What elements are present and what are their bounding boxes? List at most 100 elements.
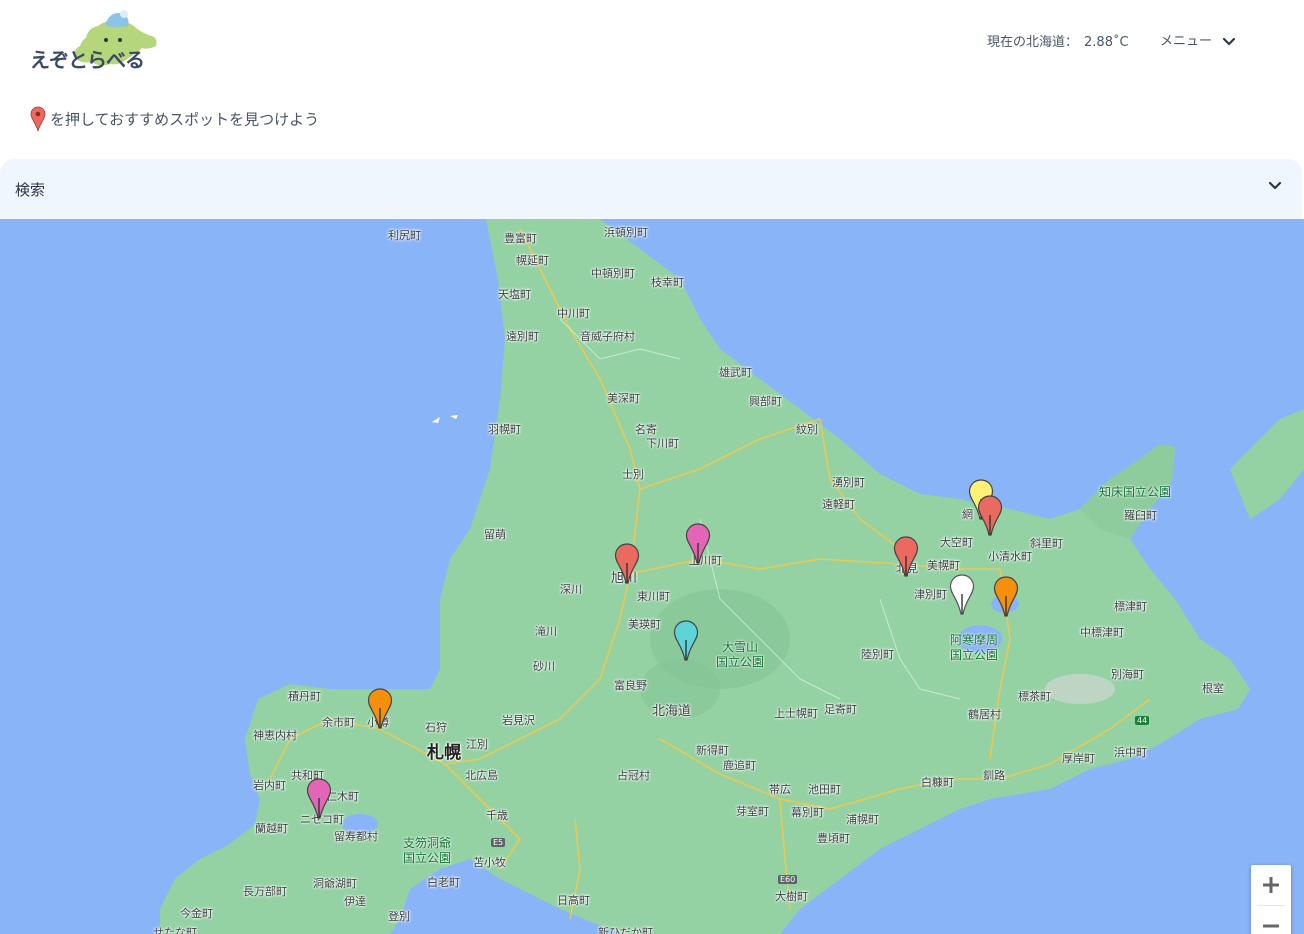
place-label: 美幌町 bbox=[927, 559, 960, 572]
place-label: 白糠町 bbox=[921, 776, 954, 789]
place-label: 天塩町 bbox=[498, 288, 531, 301]
place-label: 士別 bbox=[622, 468, 644, 481]
road-shield: E5 bbox=[491, 838, 506, 847]
place-label: 湧別町 bbox=[832, 476, 865, 489]
hokkaido-land bbox=[160, 219, 1304, 934]
place-label: 新得町 bbox=[696, 744, 729, 757]
place-label: 鶴居村 bbox=[968, 708, 1001, 721]
minus-icon bbox=[1263, 924, 1279, 928]
marker-otaru[interactable] bbox=[367, 688, 393, 734]
place-label: せたな町 bbox=[153, 926, 197, 934]
hint-message: を押しておすすめスポットを見つけよう bbox=[30, 106, 319, 134]
hint-text: を押しておすすめスポットを見つけよう bbox=[50, 110, 320, 129]
place-label: 斜里町 bbox=[1030, 537, 1063, 550]
park-label: 支笏洞爺 国立公園 bbox=[403, 836, 452, 865]
place-label: 石狩 bbox=[425, 721, 447, 734]
place-label: 中標津町 bbox=[1080, 626, 1124, 639]
place-label: 大樹町 bbox=[775, 890, 808, 903]
place-label: 音威子府村 bbox=[580, 330, 635, 343]
marker-akan[interactable] bbox=[993, 576, 1019, 622]
map-pin-icon bbox=[367, 688, 393, 729]
park-label: 大雪山 国立公園 bbox=[716, 640, 765, 669]
place-label: 札幌 bbox=[427, 743, 461, 763]
place-label: 千歳 bbox=[486, 809, 508, 822]
park-label: 知床国立公園 bbox=[1099, 485, 1172, 499]
map-pin-icon bbox=[977, 495, 1003, 536]
place-label: 長万部町 bbox=[243, 885, 287, 898]
place-label: 新ひだか町 bbox=[598, 926, 653, 934]
menu-button[interactable]: メニュー bbox=[1160, 30, 1236, 49]
place-label: 占冠村 bbox=[617, 769, 650, 782]
place-label: 洞爺湖町 bbox=[313, 877, 357, 890]
place-label: 標津町 bbox=[1114, 600, 1147, 613]
temperature-label: 現在の北海道： bbox=[987, 35, 1079, 50]
logo-text: えぞとらべる bbox=[30, 48, 145, 72]
place-label: 小清水町 bbox=[988, 550, 1032, 563]
marker-asahikawa[interactable] bbox=[614, 543, 640, 589]
place-label: 富良野 bbox=[614, 679, 647, 692]
place-label: 浜中町 bbox=[1114, 746, 1147, 759]
place-label: 上士幌町 bbox=[774, 707, 818, 720]
place-label: 蘭越町 bbox=[255, 822, 288, 835]
marker-kitami[interactable] bbox=[893, 536, 919, 582]
place-label: 積丹町 bbox=[288, 690, 321, 703]
marker-kamikawa[interactable] bbox=[685, 523, 711, 569]
place-label: 豊富町 bbox=[504, 232, 537, 245]
map-pin-icon bbox=[949, 574, 975, 615]
place-label: 根室 bbox=[1202, 682, 1224, 695]
temperature-display: 現在の北海道： 2.88˚C bbox=[987, 31, 1129, 50]
map-pin-icon bbox=[993, 576, 1019, 617]
search-label: 検索 bbox=[15, 181, 46, 199]
logo[interactable]: えぞとらべる bbox=[28, 8, 163, 72]
zoom-out-button[interactable] bbox=[1251, 906, 1291, 934]
place-label: 標茶町 bbox=[1018, 690, 1051, 703]
place-label: 遠軽町 bbox=[822, 498, 855, 511]
marker-daisetsu[interactable] bbox=[673, 620, 699, 666]
place-label: 留萌 bbox=[484, 528, 506, 541]
map-pin-icon bbox=[673, 620, 699, 661]
place-label: 深川 bbox=[560, 583, 582, 596]
place-label: 美深町 bbox=[607, 392, 640, 405]
chevron-down-icon bbox=[1268, 181, 1282, 190]
place-label: 日高町 bbox=[557, 894, 590, 907]
chevron-down-icon bbox=[1223, 37, 1236, 45]
place-label: 東川町 bbox=[637, 590, 670, 603]
place-label: 登別 bbox=[388, 910, 410, 923]
road-shield: 44 bbox=[1135, 716, 1150, 725]
place-label: 幌延町 bbox=[516, 254, 549, 267]
place-label: 岩見沢 bbox=[502, 714, 535, 727]
place-label: 美瑛町 bbox=[628, 618, 661, 631]
zoom-control bbox=[1251, 865, 1291, 934]
place-label: 雄武町 bbox=[719, 366, 752, 379]
place-label: 余市町 bbox=[322, 716, 355, 729]
place-label: 江別 bbox=[466, 738, 488, 751]
place-label: 芽室町 bbox=[736, 805, 769, 818]
place-label: 豊頃町 bbox=[817, 832, 850, 845]
zoom-in-button[interactable] bbox=[1251, 865, 1291, 905]
place-label: 紋別 bbox=[796, 423, 818, 436]
place-label: 留寿都村 bbox=[334, 830, 378, 843]
place-label: 白老町 bbox=[427, 876, 460, 889]
place-label: 羽幌町 bbox=[488, 423, 521, 436]
place-label: 枝幸町 bbox=[651, 276, 684, 289]
search-accordion[interactable]: 検索 bbox=[0, 159, 1302, 219]
place-label: 中頓別町 bbox=[591, 267, 635, 280]
place-label: 釧路 bbox=[983, 769, 1005, 782]
place-label: 興部町 bbox=[749, 395, 782, 408]
marker-abashiri-red[interactable] bbox=[977, 495, 1003, 541]
marker-niseko[interactable] bbox=[306, 778, 332, 824]
place-label: 幕別町 bbox=[791, 806, 824, 819]
place-label: 砂川 bbox=[533, 660, 555, 673]
temperature-value: 2.88˚C bbox=[1084, 35, 1129, 50]
place-label: 伊達 bbox=[344, 895, 366, 908]
map[interactable]: 利尻町 浜頓別町 豊富町 幌延町 中頓別町 枝幸町 天塩町 中川町 遠別町 音威… bbox=[0, 219, 1304, 934]
place-label: 苫小牧 bbox=[473, 856, 506, 869]
marker-tsubetsu[interactable] bbox=[949, 574, 975, 620]
place-label: 池田町 bbox=[808, 783, 841, 796]
place-label: 別海町 bbox=[1111, 668, 1144, 681]
place-label: 陸別町 bbox=[861, 648, 894, 661]
map-pin-icon bbox=[893, 536, 919, 577]
place-label: 下川町 bbox=[646, 437, 679, 450]
plus-icon bbox=[1263, 877, 1279, 893]
menu-label: メニュー bbox=[1160, 34, 1213, 49]
